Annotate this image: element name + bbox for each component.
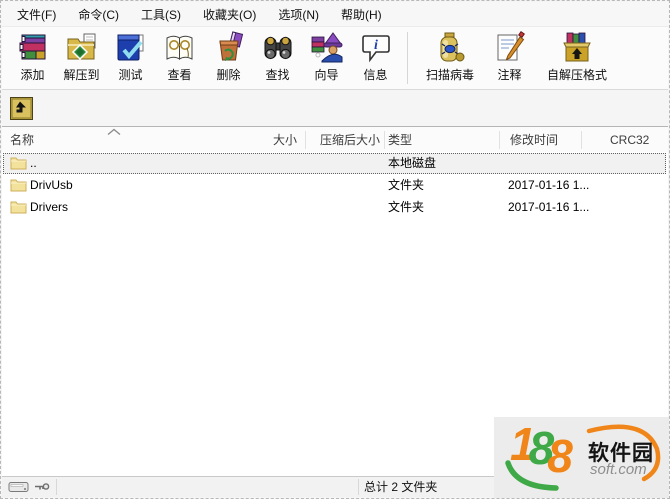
scan-virus-icon	[433, 31, 467, 65]
address-bar	[2, 91, 668, 126]
up-arrow-icon	[10, 97, 33, 120]
sfx-label: 自解压格式	[547, 66, 607, 83]
add-button[interactable]: 添加	[8, 31, 57, 83]
test-icon	[114, 31, 148, 65]
status-divider	[358, 479, 359, 495]
test-label: 测试	[118, 66, 142, 83]
delete-icon	[212, 31, 246, 65]
column-divider[interactable]	[581, 131, 582, 149]
add-archive-icon	[16, 31, 50, 65]
folder-icon	[10, 178, 27, 192]
view-label: 查看	[167, 66, 191, 83]
wizard-label: 向导	[314, 66, 338, 83]
svg-text:i: i	[374, 38, 378, 53]
comment-button[interactable]: 注释	[485, 31, 534, 83]
digit-8b: 8	[547, 430, 566, 482]
column-type[interactable]: 类型	[388, 127, 493, 153]
toolbar: 添加 解压到 测试	[2, 27, 668, 90]
digit-1: 1	[510, 418, 529, 470]
find-button[interactable]: 查找	[253, 31, 302, 83]
winrar-window: 文件(F) 命令(C) 工具(S) 收藏夹(O) 选项(N) 帮助(H) 添	[0, 0, 670, 499]
column-divider[interactable]	[384, 131, 385, 149]
key-icon	[34, 481, 50, 493]
wizard-icon	[310, 31, 344, 65]
comment-icon	[493, 31, 527, 65]
column-divider[interactable]	[305, 131, 306, 149]
watermark-logo-number: 188	[510, 421, 566, 467]
sort-ascending-icon	[106, 128, 122, 136]
info-label: 信息	[363, 66, 387, 83]
find-icon	[261, 31, 295, 65]
view-icon	[163, 31, 197, 65]
menu-bar: 文件(F) 命令(C) 工具(S) 收藏夹(O) 选项(N) 帮助(H)	[2, 2, 668, 27]
extract-to-button[interactable]: 解压到	[57, 31, 106, 83]
row-type: 本地磁盘	[388, 153, 436, 174]
toolbar-separator	[407, 32, 408, 84]
row-name: ..	[30, 153, 37, 174]
row-name: DrivUsb	[30, 175, 73, 196]
folder-icon	[10, 156, 27, 170]
sfx-button[interactable]: 自解压格式	[534, 31, 620, 83]
find-label: 查找	[265, 66, 289, 83]
row-modified: 2017-01-16 1...	[508, 175, 589, 196]
row-drivers[interactable]: Drivers 文件夹 2017-01-16 1...	[3, 197, 666, 218]
column-size[interactable]: 大小	[212, 127, 297, 153]
menu-file[interactable]: 文件(F)	[6, 2, 67, 27]
row-modified: 2017-01-16 1...	[508, 197, 589, 218]
scan-virus-button[interactable]: 扫描病毒	[415, 31, 485, 83]
sfx-icon	[560, 31, 594, 65]
disk-drive-icon	[8, 480, 30, 494]
menu-commands[interactable]: 命令(C)	[67, 2, 130, 27]
watermark-188soft: 188 软件园 soft.com	[494, 417, 669, 498]
column-modified[interactable]: 修改时间	[510, 127, 575, 153]
digit-8a: 8	[529, 422, 548, 474]
add-label: 添加	[20, 66, 44, 83]
extract-to-label: 解压到	[63, 66, 99, 83]
info-button[interactable]: i 信息	[351, 31, 400, 83]
delete-button[interactable]: 删除	[204, 31, 253, 83]
extract-to-icon	[65, 31, 99, 65]
status-divider	[56, 479, 57, 495]
row-parent-dir[interactable]: .. 本地磁盘	[3, 153, 666, 174]
column-divider[interactable]	[499, 131, 500, 149]
row-drivusb[interactable]: DrivUsb 文件夹 2017-01-16 1...	[3, 175, 666, 196]
status-total: 总计 2 文件夹	[364, 477, 437, 498]
comment-label: 注释	[497, 66, 521, 83]
folder-icon	[10, 200, 27, 214]
menu-help[interactable]: 帮助(H)	[330, 2, 393, 27]
info-icon: i	[359, 31, 393, 65]
delete-label: 删除	[216, 66, 240, 83]
test-button[interactable]: 测试	[106, 31, 155, 83]
row-type: 文件夹	[388, 175, 424, 196]
list-header: 名称 大小 压缩后大小 类型 修改时间 CRC32	[2, 126, 668, 152]
watermark-domain: soft.com	[590, 461, 647, 478]
menu-tools[interactable]: 工具(S)	[130, 2, 192, 27]
column-crc32[interactable]: CRC32	[610, 127, 660, 153]
view-button[interactable]: 查看	[155, 31, 204, 83]
column-packed[interactable]: 压缩后大小	[308, 127, 380, 153]
status-icons	[8, 480, 50, 494]
up-directory-button[interactable]	[10, 97, 33, 120]
row-type: 文件夹	[388, 197, 424, 218]
row-name: Drivers	[30, 197, 68, 218]
wizard-button[interactable]: 向导	[302, 31, 351, 83]
scan-virus-label: 扫描病毒	[426, 66, 474, 83]
menu-options[interactable]: 选项(N)	[267, 2, 330, 27]
menu-favorites[interactable]: 收藏夹(O)	[192, 2, 267, 27]
